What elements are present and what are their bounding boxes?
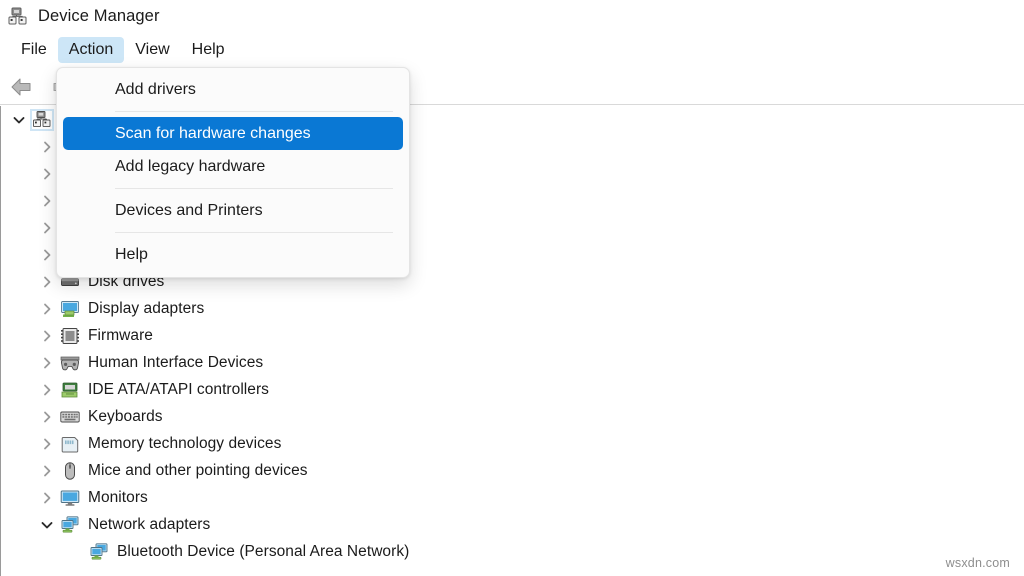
- memory-card-icon: [60, 435, 80, 453]
- chevron-right-icon[interactable]: [39, 409, 55, 425]
- tree-row-label: IDE ATA/ATAPI controllers: [88, 380, 269, 398]
- chevron-right-icon[interactable]: [39, 166, 55, 182]
- menu-separator: [115, 188, 393, 189]
- mouse-icon: [60, 461, 80, 480]
- menu-item-help[interactable]: Help: [63, 238, 403, 271]
- tree-row-label: Firmware: [88, 326, 153, 344]
- tree-row[interactable]: Monitors: [1, 484, 1024, 511]
- tree-row[interactable]: Mice and other pointing devices: [1, 457, 1024, 484]
- menubar-item-action[interactable]: Action: [57, 36, 125, 64]
- title-bar: Device Manager: [0, 0, 1024, 33]
- chevron-right-icon[interactable]: [39, 328, 55, 344]
- network-adapter-icon: [60, 515, 80, 534]
- tree-row-label: Keyboards: [88, 407, 163, 425]
- tree-row[interactable]: Human Interface Devices: [1, 349, 1024, 376]
- chevron-right-icon[interactable]: [39, 139, 55, 155]
- menu-separator: [115, 111, 393, 112]
- chevron-right-icon[interactable]: [39, 490, 55, 506]
- chevron-down-icon[interactable]: [39, 517, 55, 533]
- tree-row[interactable]: Keyboards: [1, 403, 1024, 430]
- chevron-right-icon[interactable]: [39, 382, 55, 398]
- window-title: Device Manager: [38, 7, 160, 25]
- tree-row-label: Mice and other pointing devices: [88, 461, 308, 479]
- display-adapter-icon: [60, 300, 80, 318]
- firmware-chip-icon: [60, 327, 80, 345]
- chevron-right-icon[interactable]: [39, 463, 55, 479]
- tree-row[interactable]: Display adapters: [1, 295, 1024, 322]
- keyboard-icon: [60, 408, 80, 426]
- action-menu: Add drivers Scan for hardware changes Ad…: [56, 67, 410, 278]
- tree-row-label: Human Interface Devices: [88, 353, 264, 371]
- menubar-item-help[interactable]: Help: [181, 37, 236, 64]
- gamepad-icon: [60, 354, 80, 372]
- computer-icon: [32, 110, 52, 129]
- chevron-down-icon[interactable]: [11, 112, 27, 128]
- chevron-right-icon[interactable]: [39, 274, 55, 290]
- tree-row-label: Memory technology devices: [88, 434, 282, 452]
- monitor-icon: [60, 489, 80, 507]
- chevron-right-icon[interactable]: [39, 220, 55, 236]
- chevron-right-icon[interactable]: [39, 436, 55, 452]
- tree-row[interactable]: IDE ATA/ATAPI controllers: [1, 376, 1024, 403]
- tree-row-label: Network adapters: [88, 515, 211, 533]
- network-adapter-icon: [89, 542, 109, 561]
- tree-row[interactable]: Network adapters: [1, 511, 1024, 538]
- ide-controller-icon: [60, 381, 80, 399]
- watermark: wsxdn.com: [945, 556, 1010, 570]
- menu-item-devices-and-printers[interactable]: Devices and Printers: [63, 194, 403, 227]
- chevron-right-icon[interactable]: [39, 355, 55, 371]
- tree-row[interactable]: Bluetooth Device (Personal Area Network): [1, 538, 1024, 565]
- chevron-right-icon[interactable]: [39, 301, 55, 317]
- device-manager-window: Device Manager File Action View Help Dis…: [0, 0, 1024, 576]
- tree-row-label: Bluetooth Device (Personal Area Network): [117, 542, 410, 560]
- device-manager-icon: [7, 6, 29, 28]
- menubar-item-view[interactable]: View: [124, 37, 180, 64]
- chevron-right-icon[interactable]: [39, 193, 55, 209]
- menu-item-add-legacy-hardware[interactable]: Add legacy hardware: [63, 150, 403, 183]
- tree-row[interactable]: Firmware: [1, 322, 1024, 349]
- menu-bar: File Action View Help: [0, 33, 1024, 67]
- back-arrow-icon[interactable]: [8, 75, 36, 99]
- menu-separator: [115, 232, 393, 233]
- menu-item-add-drivers[interactable]: Add drivers: [63, 73, 403, 106]
- tree-row[interactable]: Memory technology devices: [1, 430, 1024, 457]
- chevron-right-icon[interactable]: [39, 247, 55, 263]
- tree-row-label: Display adapters: [88, 299, 205, 317]
- tree-row-label: Monitors: [88, 488, 148, 506]
- menu-item-scan-for-hardware-changes[interactable]: Scan for hardware changes: [63, 117, 403, 150]
- menubar-item-file[interactable]: File: [10, 37, 58, 64]
